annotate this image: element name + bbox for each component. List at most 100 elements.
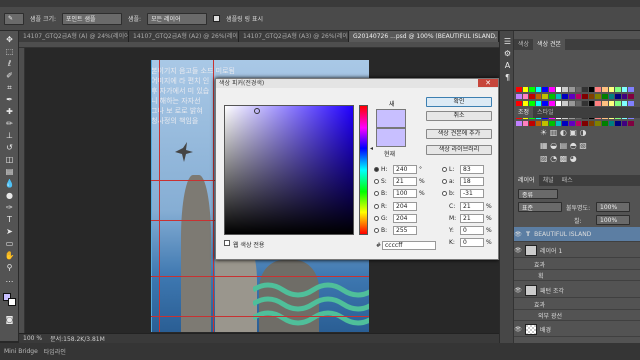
tab-color[interactable]: 색상	[514, 39, 533, 50]
swatch-cell[interactable]	[555, 100, 562, 106]
m-field[interactable]: 21	[460, 214, 484, 223]
color-field-marker[interactable]	[254, 108, 260, 114]
swatch-cell[interactable]	[588, 87, 595, 92]
current-color-swatch[interactable]	[376, 128, 406, 147]
eyedropper-tool-preset[interactable]: ✎	[4, 12, 24, 25]
r-field[interactable]: 204	[393, 202, 417, 211]
lab-b-field[interactable]: -31	[460, 189, 484, 198]
swatch-cell[interactable]	[529, 121, 535, 127]
marquee-tool-icon[interactable]: ⬚	[4, 47, 15, 56]
y-field[interactable]: 0	[460, 226, 484, 235]
radio-lab-b[interactable]	[442, 191, 447, 196]
swatch-cell[interactable]	[568, 93, 575, 99]
path-select-tool-icon[interactable]: ➤	[4, 227, 15, 236]
color-libraries-button[interactable]: 색상 라이브러리	[426, 145, 492, 155]
paragraph-panel-icon[interactable]: ¶	[502, 73, 513, 82]
layer-effect-row[interactable]: 효과	[514, 299, 640, 310]
s-field[interactable]: 21	[393, 177, 417, 186]
swatch-cell[interactable]	[575, 100, 582, 106]
tab-layers[interactable]: 레이어	[514, 175, 539, 186]
hue-slider-arrow-icon[interactable]: ◂	[370, 145, 373, 152]
eye-icon[interactable]: 👁	[514, 247, 522, 254]
swatch-cell[interactable]	[615, 100, 621, 106]
swatch-cell[interactable]	[608, 87, 615, 92]
swatch-cell[interactable]	[601, 100, 608, 106]
eye-icon[interactable]: 👁	[514, 287, 522, 294]
swatch-cell[interactable]	[575, 87, 582, 92]
zoom-level[interactable]: 100 %	[23, 335, 42, 342]
layer-row[interactable]: 👁 T BEAUTIFUL ISLAND	[514, 227, 640, 242]
radio-brightness[interactable]	[374, 191, 379, 196]
c-field[interactable]: 21	[460, 202, 484, 211]
swatch-cell[interactable]	[588, 93, 595, 99]
swatch-cell[interactable]	[595, 87, 601, 92]
blend-mode-select[interactable]: 표준	[518, 202, 562, 212]
show-sampling-ring-checkbox[interactable]	[213, 15, 221, 22]
swatch-cell[interactable]	[529, 93, 535, 99]
brightness-field[interactable]: 100	[393, 189, 417, 198]
swatch-cell[interactable]	[608, 100, 615, 106]
radio-s[interactable]	[374, 179, 379, 184]
swatch-cell[interactable]	[529, 87, 535, 92]
b-field[interactable]: 255	[393, 226, 417, 235]
tab-mini-bridge[interactable]: Mini Bridge	[4, 348, 38, 355]
swatch-cell[interactable]	[615, 87, 621, 92]
close-icon[interactable]: ✕	[478, 79, 498, 87]
l-field[interactable]: 83	[460, 165, 484, 174]
tab-channels[interactable]: 채널	[539, 175, 558, 186]
swatch-cell[interactable]	[595, 93, 601, 99]
eye-icon[interactable]: 👁	[514, 326, 522, 333]
swatch-cell[interactable]	[628, 87, 634, 92]
cancel-button[interactable]: 취소	[426, 111, 492, 121]
tab-timeline[interactable]: 타임라인	[44, 347, 66, 356]
layer-row[interactable]: 👁 레이어 1	[514, 243, 640, 258]
color-field[interactable]	[224, 105, 354, 235]
crop-tool-icon[interactable]: ⌗	[4, 83, 15, 92]
hand-tool-icon[interactable]: ✋	[4, 251, 15, 260]
radio-h[interactable]	[374, 167, 379, 172]
swatch-cell[interactable]	[568, 87, 575, 92]
swatch-cell[interactable]	[535, 100, 542, 106]
ok-button[interactable]: 확인	[426, 97, 492, 107]
radio-r[interactable]	[374, 204, 379, 209]
eyedropper-tool-icon[interactable]: ✒	[4, 95, 15, 104]
swatch-cell[interactable]	[582, 100, 588, 106]
swatch-cell[interactable]	[522, 100, 529, 106]
swatch-cell[interactable]	[628, 100, 634, 106]
history-brush-icon[interactable]: ↺	[4, 143, 15, 152]
swatch-cell[interactable]	[562, 87, 568, 92]
sample-select[interactable]: 모든 레이어	[147, 12, 208, 25]
web-colors-only-checkbox[interactable]	[224, 240, 230, 246]
radio-g[interactable]	[374, 216, 379, 221]
hex-field[interactable]: ccccff	[382, 241, 436, 250]
tab-styles[interactable]: 스타일	[533, 107, 558, 118]
k-field[interactable]: 0	[460, 238, 484, 247]
tab-adjustments[interactable]: 조정	[514, 107, 534, 118]
swatch-cell[interactable]	[542, 93, 549, 99]
swatch-cell[interactable]	[516, 121, 522, 127]
swatch-cell[interactable]	[549, 93, 555, 99]
swatch-cell[interactable]	[522, 93, 529, 99]
tab-document-3[interactable]: 14107_GTQ2급A형 (A3) @ 26%(레이어...	[239, 31, 349, 42]
healing-tool-icon[interactable]: ✚	[4, 107, 15, 116]
swatch-cell[interactable]	[535, 93, 542, 99]
swatch-cell[interactable]	[588, 100, 595, 106]
swatch-cell[interactable]	[549, 87, 555, 92]
swatch-cell[interactable]	[516, 93, 522, 99]
swatch-cell[interactable]	[601, 87, 608, 92]
swatch-cell[interactable]	[555, 87, 562, 92]
swatch-cell[interactable]	[608, 93, 615, 99]
swatch-cell[interactable]	[535, 87, 542, 92]
swatch-cell[interactable]	[516, 100, 522, 106]
tab-swatches[interactable]: 색상 견본	[533, 39, 566, 50]
swatch-cell[interactable]	[516, 87, 522, 92]
swatch-cell[interactable]	[522, 87, 529, 92]
shape-tool-icon[interactable]: ▭	[4, 239, 15, 248]
background-color-swatch[interactable]	[8, 298, 16, 306]
tab-document-active[interactable]: G20140726 ...psd @ 100% (BEAUTIFUL ISLAN…	[349, 31, 499, 42]
swatch-cell[interactable]	[582, 87, 588, 92]
eye-icon[interactable]: 👁	[514, 231, 522, 238]
tab-document-2[interactable]: 14107_GTQ2급A형 (A2) @ 26%(레이어...	[129, 31, 239, 42]
radio-a[interactable]	[442, 179, 447, 184]
quick-mask-icon[interactable]: ◙	[4, 315, 15, 324]
